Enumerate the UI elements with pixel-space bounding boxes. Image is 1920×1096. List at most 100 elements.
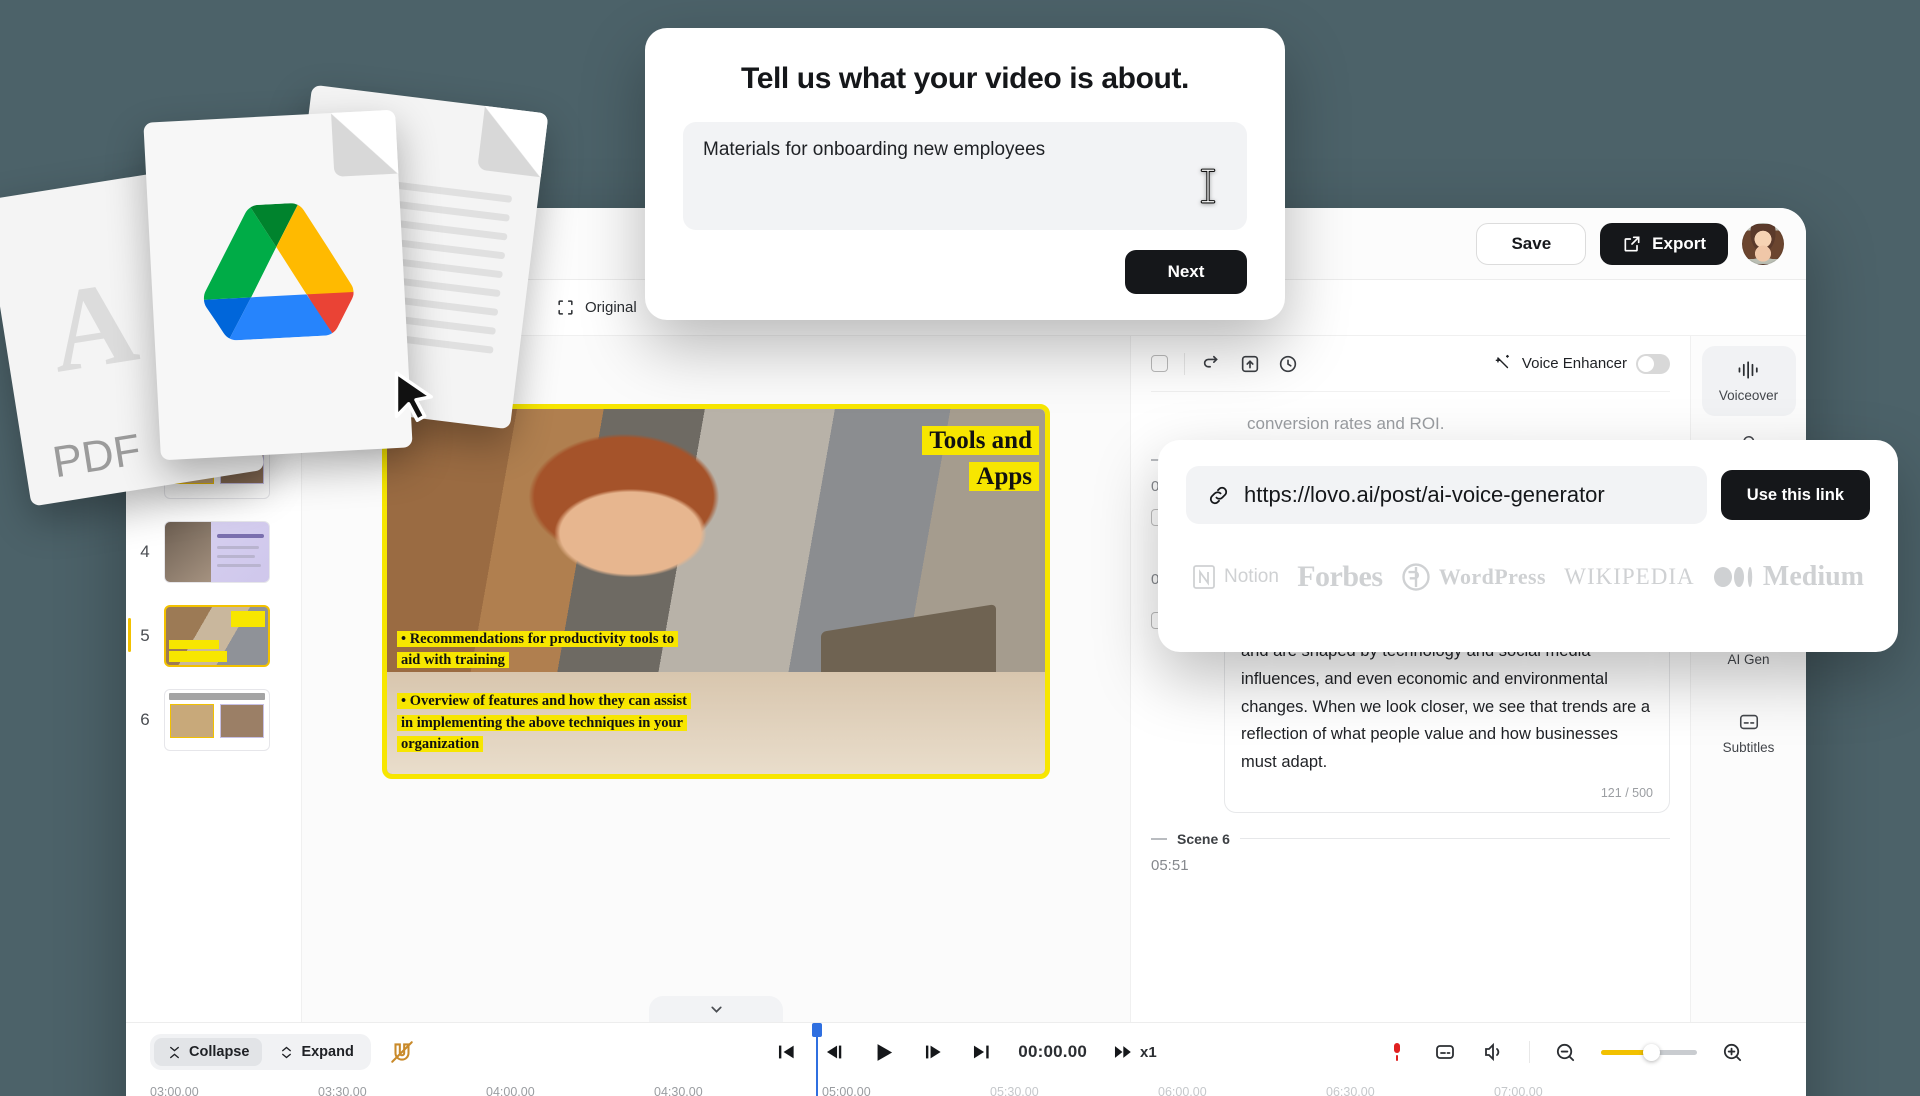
notion-logo-icon — [1193, 565, 1215, 589]
collapse-expand-group[interactable]: Collapse Expand — [150, 1034, 371, 1070]
preview-bullet-1: • Recommendations for productivity tools… — [397, 629, 697, 673]
ruler-label: 06:00.00 — [1158, 1085, 1207, 1096]
google-drive-logo — [203, 203, 354, 341]
link-row: https://lovo.ai/post/ai-voice-generator … — [1186, 466, 1870, 524]
acrobat-glyph-icon: A — [40, 254, 146, 398]
voice-enhancer-control[interactable]: Voice Enhancer — [1494, 353, 1670, 374]
tool-label: Voiceover — [1718, 388, 1779, 403]
volume-icon[interactable] — [1481, 1040, 1505, 1064]
next-frame-icon[interactable] — [922, 1041, 944, 1063]
preview-bullet-1-text: • Recommendations for productivity tools… — [397, 630, 679, 669]
script-panel-header: Voice Enhancer — [1151, 336, 1670, 392]
expand-label: Expand — [301, 1044, 354, 1060]
medium-label: Medium — [1762, 561, 1864, 592]
scene-label: Scene 6 — [1177, 830, 1230, 847]
zoom-slider-knob[interactable] — [1643, 1043, 1661, 1061]
slide-thumbnail[interactable] — [164, 689, 270, 751]
play-icon[interactable] — [871, 1040, 896, 1065]
waveform-icon — [1738, 361, 1758, 379]
zoom-in-icon[interactable] — [1721, 1041, 1744, 1064]
video-description-input[interactable]: Materials for onboarding new employees — [683, 122, 1247, 230]
scene-time: 05:51 — [1151, 856, 1189, 874]
timeline-controls: Collapse Expand 00:00.00 x1 — [126, 1023, 1806, 1081]
collapse-button[interactable]: Collapse — [154, 1038, 263, 1066]
ruler-label: 07:00.00 — [1494, 1085, 1543, 1096]
fast-forward-icon — [1114, 1046, 1131, 1058]
upload-icon[interactable] — [1239, 353, 1261, 375]
laptop-prop — [821, 603, 997, 752]
document-pile-graphic: A PDF DCX — [0, 50, 620, 510]
character-counter: 121 / 500 — [1600, 785, 1653, 800]
mouse-pointer-icon — [394, 371, 433, 422]
preview-bullet-2-text: • Overview of features and how they can … — [397, 692, 691, 753]
clock-icon[interactable] — [1277, 353, 1299, 375]
microphone-icon[interactable] — [1385, 1040, 1409, 1064]
scene-separator: Scene 6 — [1151, 831, 1670, 847]
zoom-slider[interactable] — [1601, 1043, 1697, 1061]
use-this-link-button[interactable]: Use this link — [1720, 470, 1870, 520]
ruler-label: 03:00.00 — [150, 1085, 199, 1096]
speed-label: x1 — [1140, 1043, 1157, 1061]
tool-subtitles[interactable]: Subtitles — [1702, 698, 1796, 768]
timeline-ruler[interactable]: 03:00.00 03:30.00 04:00.00 04:30.00 05:00.00… — [150, 1081, 1806, 1096]
slide-number: 6 — [140, 710, 150, 729]
video-description-value: Materials for onboarding new employees — [703, 139, 1046, 160]
medium-logo: Medium — [1713, 561, 1864, 593]
zoom-out-icon[interactable] — [1554, 1041, 1577, 1064]
ruler-label: 03:30.00 — [318, 1085, 367, 1096]
sparkle-icon — [1495, 354, 1509, 369]
next-label: Next — [1167, 262, 1205, 281]
voice-enhancer-label: Voice Enhancer — [1521, 355, 1627, 372]
subtitles-icon[interactable] — [1433, 1040, 1457, 1064]
ruler-label: 06:30.00 — [1326, 1085, 1375, 1096]
previous-frame-icon[interactable] — [823, 1041, 845, 1063]
medium-logo-icon — [1713, 567, 1753, 587]
separator-rule — [1239, 838, 1670, 840]
avatar[interactable] — [1742, 222, 1784, 265]
voice-enhancer-toggle[interactable] — [1636, 353, 1670, 374]
wikipedia-logo: WIKIPEDIA — [1564, 564, 1695, 589]
preview-bullet-2: • Overview of features and how they can … — [397, 691, 697, 756]
export-button[interactable]: Export — [1600, 222, 1728, 265]
canvas-collapse-handle[interactable] — [649, 996, 783, 1022]
tool-rail: Voiceover Media AI Gen Subtitles — [1690, 336, 1806, 1022]
slide-thumbnail[interactable] — [164, 605, 270, 667]
select-all-checkbox[interactable] — [1151, 355, 1168, 372]
playhead[interactable] — [812, 1023, 822, 1096]
slide-thumbnail[interactable] — [164, 521, 270, 583]
save-button[interactable]: Save — [1476, 222, 1587, 265]
skip-to-end-icon[interactable] — [970, 1041, 992, 1063]
playback-speed-button[interactable]: x1 — [1113, 1042, 1157, 1062]
timeline-right-tools — [1385, 1040, 1782, 1064]
tool-label: AI Gen — [1727, 651, 1770, 667]
slide-row[interactable]: 6 — [126, 678, 301, 762]
notion-logo: Notion — [1192, 564, 1279, 590]
chevron-down-icon — [710, 1006, 722, 1013]
next-button[interactable]: Next — [1125, 250, 1247, 294]
video-prompt-modal: Tell us what your video is about. Materi… — [645, 28, 1285, 320]
collapse-icon — [170, 1046, 179, 1058]
url-input[interactable]: https://lovo.ai/post/ai-voice-generator — [1186, 466, 1707, 524]
skip-to-start-icon[interactable] — [775, 1041, 797, 1063]
export-label: Export — [1652, 233, 1706, 253]
save-label: Save — [1511, 233, 1552, 253]
wordpress-logo-icon — [1402, 563, 1430, 591]
redo-icon[interactable] — [1201, 353, 1223, 375]
ruler-label: 04:30.00 — [654, 1085, 703, 1096]
page-fold — [477, 105, 549, 178]
slide-row[interactable]: 4 — [126, 510, 301, 594]
transport-controls: 00:00.00 x1 — [775, 1040, 1157, 1065]
divider — [1184, 352, 1185, 375]
import-link-card: https://lovo.ai/post/ai-voice-generator … — [1158, 440, 1898, 652]
ruler-label: 05:30.00 — [990, 1085, 1039, 1096]
google-drive-document-card — [143, 109, 413, 461]
separator-dash — [1151, 838, 1167, 840]
tool-label: Subtitles — [1722, 740, 1775, 755]
page-fold — [331, 109, 399, 177]
magnet-off-icon[interactable] — [389, 1039, 415, 1065]
expand-button[interactable]: Expand — [266, 1038, 366, 1066]
tool-voiceover[interactable]: Voiceover — [1701, 346, 1796, 416]
slide-row-selected[interactable]: 5 — [126, 594, 301, 678]
link-icon — [1209, 486, 1228, 504]
slide-number: 5 — [140, 626, 150, 645]
